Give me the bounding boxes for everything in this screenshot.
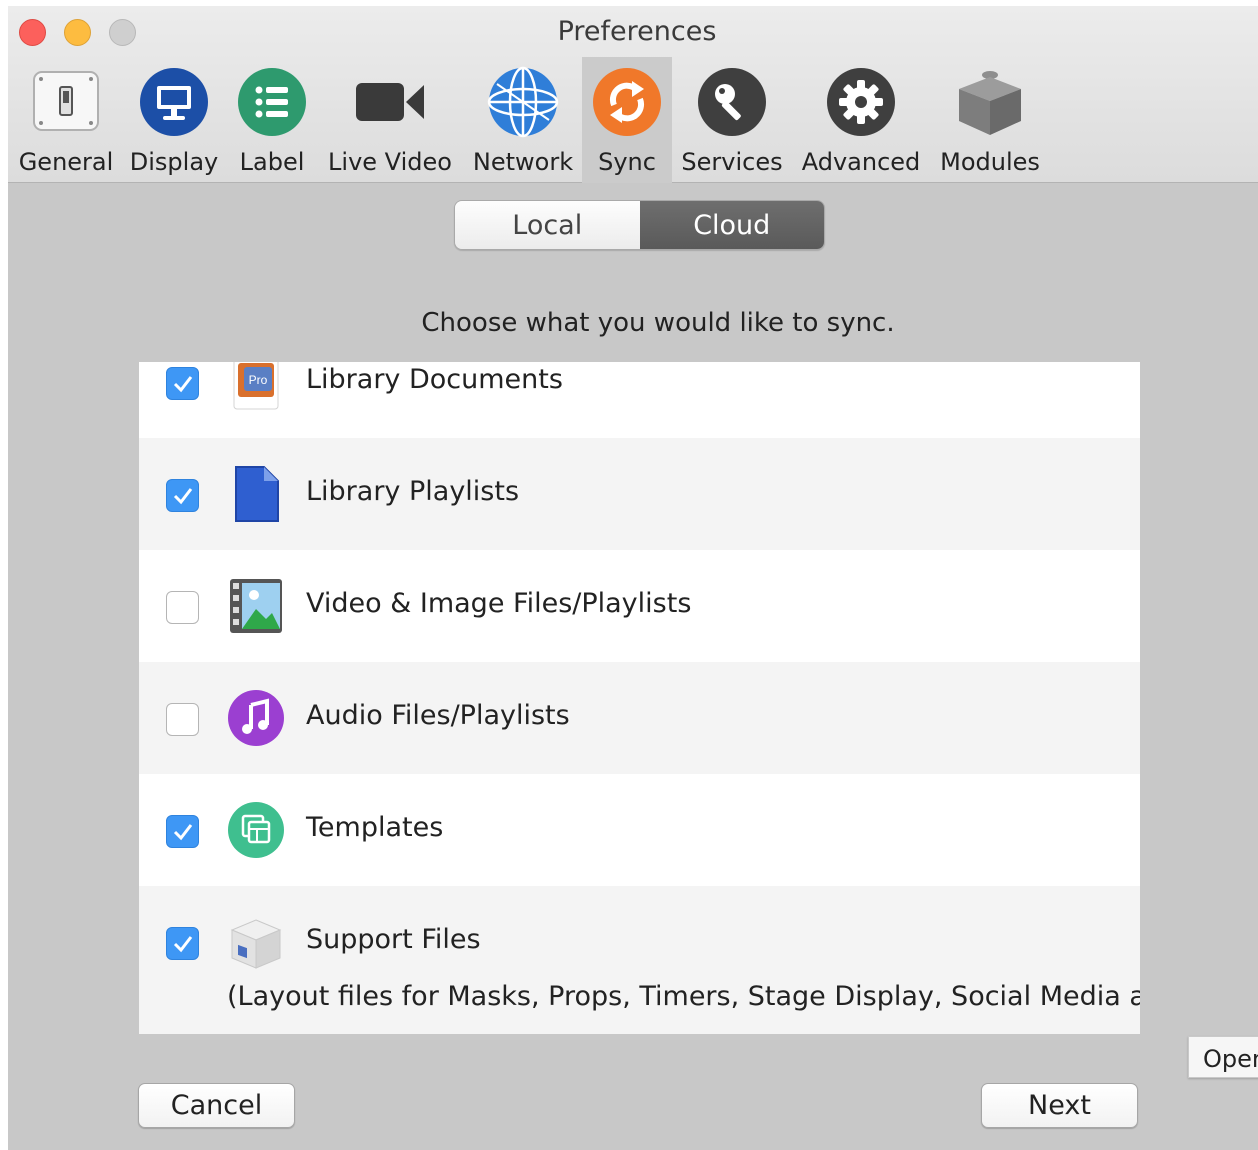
display-monitor-icon xyxy=(138,66,210,138)
advanced-gear-icon xyxy=(825,66,897,138)
toolbar: Preferences General Display Label Live V… xyxy=(8,6,1258,183)
checkmark-icon xyxy=(173,375,192,392)
label-library-playlists: Library Playlists xyxy=(306,476,520,507)
cancel-button[interactable]: Cancel xyxy=(138,1083,295,1128)
toolbar-label: Advanced xyxy=(801,148,921,176)
video-camera-icon xyxy=(354,66,426,138)
checkbox-library-documents[interactable] xyxy=(166,367,199,400)
checkbox-templates[interactable] xyxy=(166,815,199,848)
toolbar-label: General xyxy=(18,148,114,176)
services-key-icon xyxy=(696,66,768,138)
toolbar-item-modules[interactable]: Modules xyxy=(938,57,1042,183)
label-video-image-files: Video & Image Files/Playlists xyxy=(306,588,692,619)
toolbar-label: Display xyxy=(129,148,219,176)
segment-local[interactable]: Local xyxy=(455,201,640,249)
toolbar-label: Sync xyxy=(598,148,656,176)
modules-cube-icon xyxy=(954,66,1026,138)
list-item: Pro Library Documents xyxy=(139,362,1140,438)
segment-cloud[interactable]: Cloud xyxy=(639,201,824,249)
checkbox-video-image-files[interactable] xyxy=(166,591,199,624)
toolbar-item-sync[interactable]: Sync xyxy=(582,57,672,183)
support-files-description: (Layout files for Masks, Props, Timers, … xyxy=(227,981,1140,1012)
toolbar-item-services[interactable]: Services xyxy=(680,57,784,183)
toolbar-item-network[interactable]: Network xyxy=(468,57,578,183)
playlist-file-icon xyxy=(227,465,285,523)
toolbar-label: Live Video xyxy=(328,148,452,176)
list-item: Library Playlists xyxy=(139,438,1140,550)
checkmark-icon xyxy=(173,823,192,840)
toolbar-label: Modules xyxy=(940,148,1040,176)
list-item: Support Files (Layout files for Masks, P… xyxy=(139,886,1140,1034)
label-audio-files: Audio Files/Playlists xyxy=(306,700,570,731)
toolbar-item-display[interactable]: Display xyxy=(128,57,220,183)
checkbox-library-playlists[interactable] xyxy=(166,479,199,512)
toolbar-label: Label xyxy=(239,148,305,176)
svg-text:Pro: Pro xyxy=(249,373,268,387)
open-button[interactable]: Open xyxy=(1188,1036,1258,1078)
label-library-documents: Library Documents xyxy=(306,364,563,395)
checkbox-audio-files[interactable] xyxy=(166,703,199,736)
support-files-box-icon xyxy=(227,914,285,972)
toolbar-item-live-video[interactable]: Live Video xyxy=(324,57,456,183)
preferences-window: Preferences General Display Label Live V… xyxy=(8,6,1258,1150)
toolbar-label: Services xyxy=(681,148,783,176)
checkmark-icon xyxy=(173,935,192,952)
list-item: Video & Image Files/Playlists xyxy=(139,550,1140,662)
label-list-icon xyxy=(236,66,308,138)
templates-icon xyxy=(227,801,285,859)
general-switch-icon xyxy=(30,66,102,138)
label-support-files: Support Files xyxy=(306,924,481,955)
toolbar-item-advanced[interactable]: Advanced xyxy=(802,57,920,183)
list-item: Audio Files/Playlists xyxy=(139,662,1140,774)
sync-arrows-icon xyxy=(591,66,663,138)
toolbar-label: Network xyxy=(472,148,574,176)
toolbar-item-label[interactable]: Label xyxy=(232,57,312,183)
sync-items-list: Pro Library Documents Library Playlists xyxy=(139,362,1140,1034)
toolbar-item-general[interactable]: General xyxy=(14,57,118,183)
sync-prompt: Choose what you would like to sync. xyxy=(421,308,895,338)
network-globe-icon xyxy=(487,66,559,138)
music-note-icon xyxy=(227,689,285,747)
media-film-icon xyxy=(227,577,285,635)
local-cloud-segment: Local Cloud xyxy=(454,200,825,250)
window-title: Preferences xyxy=(557,16,717,47)
list-item: Templates xyxy=(139,774,1140,886)
label-templates: Templates xyxy=(306,812,444,843)
next-button[interactable]: Next xyxy=(981,1083,1138,1128)
pro-document-icon: Pro xyxy=(227,362,285,413)
checkmark-icon xyxy=(173,487,192,504)
checkbox-support-files[interactable] xyxy=(166,927,199,960)
